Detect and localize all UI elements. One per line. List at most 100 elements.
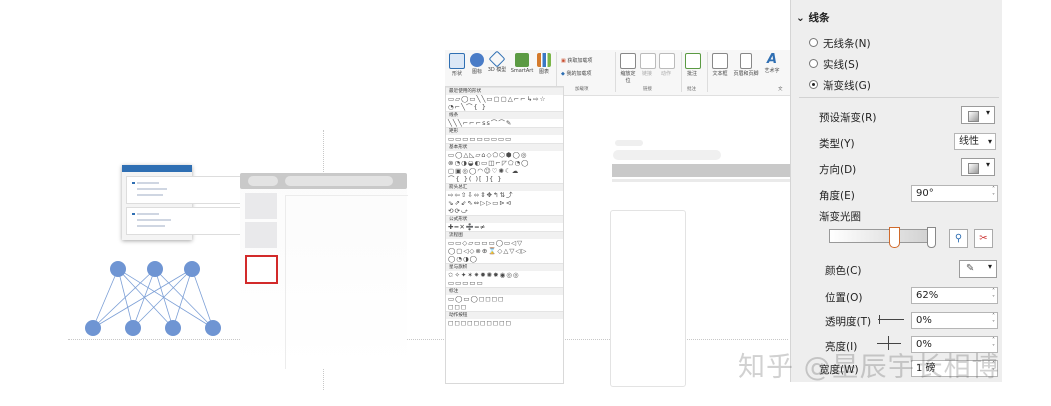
shape-row[interactable]: ✩✧✦✶✷✹✺✸◉◎◎ [446,271,563,279]
mockup-thumb [245,193,277,219]
addin-icon: ◆ [561,71,565,77]
my-addins-link[interactable]: ◆ 我的加载项 [561,70,591,77]
shape-row[interactable]: ▭▭▭▭▭ [446,279,563,287]
remove-stop-icon[interactable]: ✂ [974,229,993,248]
smartart-button[interactable]: SmartArt [508,53,536,74]
spinner-icon[interactable]: ˄ ˅ [992,186,995,200]
shape-row[interactable]: ⌒{ }( )[ ]{ } [446,175,563,183]
gallery-section-recent: 最近使用的形状 [446,87,563,95]
gallery-section-rectangles: 矩形 [446,127,563,135]
hidden-node [110,261,126,277]
gradient-bar[interactable] [829,229,936,243]
shape-row[interactable]: ▭◯▭◯◻◻◻◻ [446,295,563,303]
chart-button[interactable]: 图表 [537,53,551,75]
spinner-icon[interactable]: ˄ ˅ [992,288,995,302]
transparency-input[interactable]: 0% ˄ ˅ [911,312,998,329]
hidden-node [147,261,163,277]
line-section-header[interactable]: ⌄ 线条 [796,10,829,25]
gallery-section-stars: 星与旗帜 [446,263,563,271]
group-label-text: 文 [778,87,783,92]
shape-row[interactable]: ◻◻◻◻◻◻◻◻◻◻ [446,319,563,327]
shape-row[interactable]: ◔⌐╲⌒{ } [446,103,563,111]
dropdown-arrow-icon: ▾ [985,160,990,169]
wordart-button[interactable]: A 艺术字 [761,52,783,75]
gallery-section-lines: 线条 [446,111,563,119]
no-line-radio[interactable] [809,38,818,47]
color-button[interactable]: ✎ ▾ [959,260,997,278]
shape-row[interactable]: ╲╲╲⌐⌐⌐ꜱꜱ⌒⌒✎ [446,119,563,127]
textbox-icon [712,53,728,69]
dialog-thumbnail [122,165,339,240]
input-node [125,320,141,336]
angle-label: 角度(E) [819,190,855,202]
selected-thumb[interactable] [245,255,278,284]
shape-row[interactable]: ⟲⟳⤻ [446,207,563,215]
preset-gradient-button[interactable]: ▾ [961,106,995,124]
get-addins-link[interactable]: ▣ 获取加载项 [561,57,592,64]
position-label: 位置(O) [825,292,863,304]
group-label-links: 链接 [643,87,652,92]
shapes-icon [449,53,465,69]
shape-row[interactable]: ▢▣◎◯◠☺♡✺☾☁ [446,167,563,175]
textbox-button[interactable]: 文本框 [711,53,729,77]
dropdown-arrow-icon: ▾ [985,108,990,117]
page-icon [740,53,752,69]
input-node [85,320,101,336]
gradient-line-label: 渐变线(G) [823,80,871,92]
shape-row[interactable]: ◻◻◻ [446,303,563,311]
add-stop-icon[interactable]: ⚲ [949,229,968,248]
icons-button[interactable]: 图标 [470,53,484,75]
shape-row[interactable]: ▭▱◯▭╲╲▭▢▢△⌐⌐↳⇨☆ [446,95,563,103]
shape-row[interactable]: ▭▭▭▭▭▭▭▭▭ [446,135,563,143]
type-select[interactable]: 线性 ▾ [954,133,996,150]
brightness-slider[interactable] [877,343,901,344]
shape-row[interactable]: ◯◔◑◯ [446,255,563,263]
gradient-line-radio[interactable] [809,80,818,89]
zoom-button[interactable]: 缩放定位 [619,53,637,84]
gallery-section-basic: 基本形状 [446,143,563,151]
angle-input[interactable]: 90° ˄ ˅ [911,185,998,202]
position-input[interactable]: 62% ˄ ˅ [911,287,998,304]
dropdown-arrow-icon: ▾ [987,137,992,146]
3d-models-button[interactable]: 3D 模型 [487,50,507,73]
comment-button[interactable]: 批注 [685,53,701,77]
hidden-node [184,261,200,277]
format-shape-pane: ⌄ 线条 无线条(N) 实线(S) 渐变线(G) 预设渐变(R) ▾ 类型(Y)… [790,0,1002,382]
shape-row[interactable]: ⇘⇗⇙⇖⇔▷▷▭⊳⊲ [446,199,563,207]
smartart-icon [515,53,529,67]
shape-row[interactable]: ▭▭◇▱▭▭▭◯▭◁▽ [446,239,563,247]
preset-gradient-label: 预设渐变(R) [819,112,877,124]
gradient-stop-handle-end[interactable] [927,227,936,248]
dropdown-arrow-icon: ▾ [987,262,992,271]
icons-icon [470,53,484,67]
wordart-icon: A [766,52,778,67]
gallery-section-callouts: 标注 [446,287,563,295]
solid-line-radio[interactable] [809,59,818,68]
direction-label: 方向(D) [819,164,857,176]
cube-icon [488,50,506,68]
action-button[interactable]: 动作 [659,53,675,77]
shape-row[interactable]: ✚━✕➗═≠ [446,223,563,231]
link-button[interactable]: 链接 [640,53,656,77]
link-icon [640,53,656,69]
direction-button[interactable]: ▾ [961,158,995,176]
shape-row[interactable]: ⊗◔◑◒◐▭◫⌐◸⬠◔◯ [446,159,563,167]
shape-row[interactable]: ▭◯△◺▱⌂◇⬠⬡⬢◯◎ [446,151,563,159]
transparency-slider[interactable] [878,319,904,320]
shapes-button[interactable]: 形状 [448,53,466,77]
neural-network-diagram [85,261,221,336]
gallery-section-equation: 公式形状 [446,215,563,223]
mockup-thumb [245,222,277,248]
store-icon: ▣ [561,58,566,64]
color-label: 颜色(C) [825,265,862,277]
header-footer-button[interactable]: 页眉和页脚 [733,53,759,77]
shape-row[interactable]: ◯▢◁◇⊗⊕⌛◇△▽◁▷ [446,247,563,255]
pencil-icon: ✎ [966,263,975,274]
spinner-icon[interactable]: ˄ ˅ [992,313,995,327]
gallery-section-action-buttons: 动作按钮 [446,311,563,319]
gallery-section-flowchart: 流程图 [446,231,563,239]
shape-row[interactable]: ⇨⇦⇧⇩⬄⇕✥↰⇅⤴ [446,191,563,199]
gradient-stop-handle[interactable] [889,227,900,248]
comment-icon [685,53,701,69]
chart-icon [537,53,551,67]
